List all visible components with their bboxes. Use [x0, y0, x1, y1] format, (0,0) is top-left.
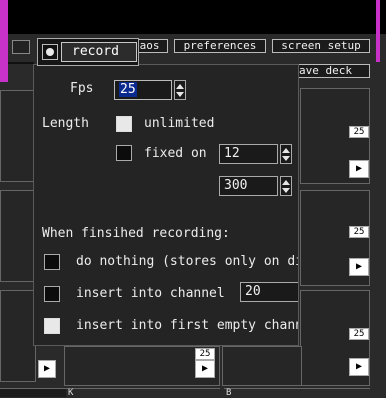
deck-panel-bottom-right [222, 346, 302, 386]
fps-up-arrow-icon[interactable] [176, 84, 184, 89]
deck-3-number: 25 [349, 328, 369, 340]
fixed-on-down-arrow-icon[interactable] [282, 156, 290, 161]
deck-panel-left-2 [0, 190, 36, 282]
bottom-strip-left [0, 388, 66, 397]
deck-1-play-icon[interactable]: ▶ [349, 160, 369, 178]
record-tab[interactable]: record [61, 42, 137, 62]
do-nothing-label: do nothing (stores only on di [76, 254, 298, 269]
frames-input[interactable]: 300 [219, 176, 278, 196]
right-magenta-border [376, 0, 380, 62]
fps-label: Fps [70, 81, 94, 96]
record-dialog [33, 64, 299, 346]
deck-3-play-icon[interactable]: ▶ [349, 358, 369, 376]
screen-setup-button[interactable]: screen setup [272, 39, 370, 53]
save-deck-button[interactable]: ave deck [294, 64, 370, 78]
fixed-on-input[interactable]: 12 [219, 144, 278, 164]
insert-channel-label: insert into channel [76, 286, 225, 301]
fixed-on-label: fixed on [144, 146, 207, 161]
deck-6-play-icon[interactable]: ▶ [195, 360, 215, 378]
frames-down-arrow-icon[interactable] [282, 188, 290, 193]
left-magenta-border [0, 0, 8, 82]
fps-input[interactable]: 25 [114, 80, 172, 100]
bottom-strip-mid: K [66, 388, 220, 398]
fps-down-arrow-icon[interactable] [176, 92, 184, 97]
bottom-strip-right: B [224, 388, 370, 398]
deck-panel-left-1 [0, 90, 36, 182]
do-nothing-checkbox[interactable] [44, 254, 60, 270]
deck-1-number: 25 [349, 126, 369, 138]
insert-first-empty-checkbox[interactable] [44, 318, 60, 334]
unlimited-checkbox[interactable] [116, 116, 132, 132]
fixed-on-checkbox[interactable] [116, 145, 132, 161]
frames-up-arrow-icon[interactable] [282, 180, 290, 185]
insert-first-empty-label: insert into first empty channe [76, 318, 298, 333]
left-separator [8, 62, 34, 64]
length-label: Length [42, 116, 89, 131]
deck-2-number: 25 [349, 226, 369, 238]
fixed-on-up-arrow-icon[interactable] [282, 148, 290, 153]
record-dot-icon [46, 48, 54, 56]
insert-channel-checkbox[interactable] [44, 286, 60, 302]
fps-stepper[interactable] [174, 80, 186, 100]
deck-5-play-icon[interactable]: ▶ [38, 360, 56, 378]
small-toolbar-box[interactable] [12, 40, 30, 54]
unlimited-label: unlimited [144, 116, 215, 131]
when-finished-label: When finsihed recording: [42, 226, 230, 241]
deck-2-play-icon[interactable]: ▶ [349, 258, 369, 276]
fps-value: 25 [119, 82, 137, 97]
fixed-on-stepper[interactable] [280, 144, 292, 164]
record-indicator[interactable] [42, 44, 58, 60]
insert-channel-input[interactable]: 20 [240, 282, 298, 302]
deck-4-number: 25 [195, 348, 215, 360]
deck-panel-left-3 [0, 290, 36, 382]
preferences-button[interactable]: preferences [174, 39, 266, 53]
frames-stepper[interactable] [280, 176, 292, 196]
top-black-area [0, 0, 386, 34]
